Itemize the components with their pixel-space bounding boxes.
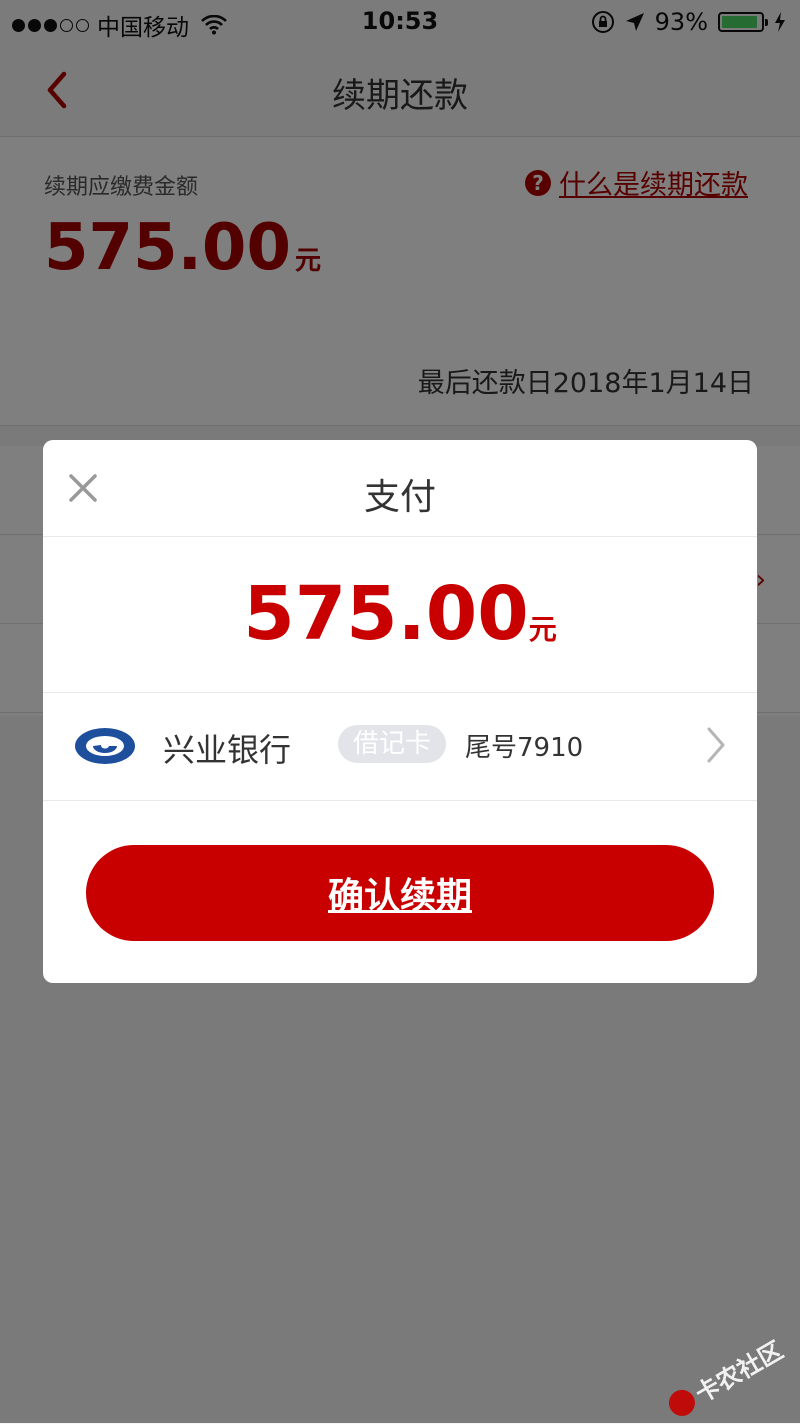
- payment-amount: 575.00元: [43, 537, 757, 693]
- confirm-renewal-button[interactable]: 确认续期: [86, 845, 714, 941]
- card-type-badge: 借记卡: [338, 725, 446, 763]
- dialog-header: 支付: [43, 440, 757, 537]
- bank-logo-icon: [75, 728, 135, 764]
- bank-name: 兴业银行: [163, 731, 292, 769]
- chevron-right-icon: [707, 727, 725, 763]
- dialog-title: 支付: [363, 477, 436, 518]
- payment-amount-unit: 元: [528, 613, 557, 646]
- card-tail-number: 尾号7910: [465, 733, 584, 763]
- payment-card-selector[interactable]: 兴业银行 借记卡 尾号7910: [43, 693, 757, 801]
- payment-dialog: 支付 575.00元 兴业银行 借记卡 尾号7910 确认续期: [43, 440, 757, 983]
- payment-amount-value: 575.00: [243, 571, 529, 657]
